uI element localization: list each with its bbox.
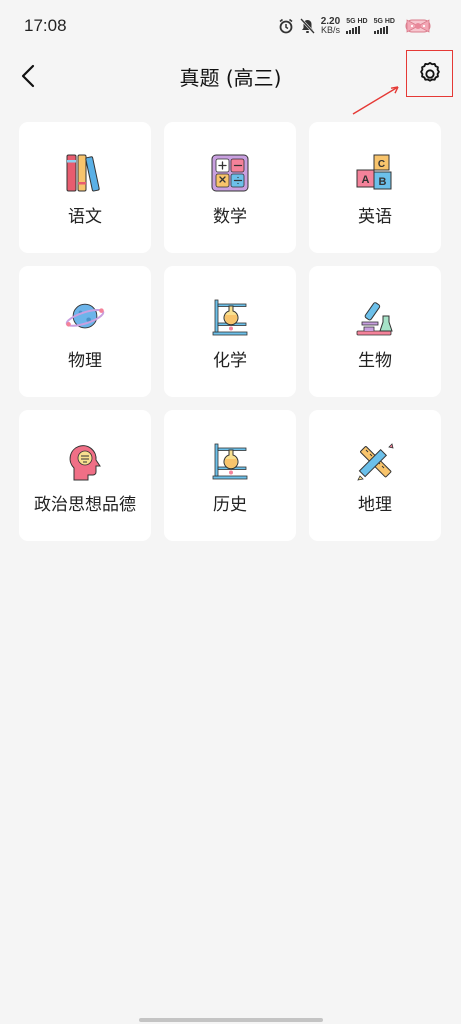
mute-bell-icon (299, 18, 315, 34)
abc-blocks-icon: C A B (354, 152, 396, 194)
network-speed: 2.20 KB/s (321, 17, 340, 35)
alarm-icon (278, 18, 294, 34)
head-brain-icon (64, 440, 106, 482)
sim2-signal: 5G HD (373, 18, 395, 34)
subject-card-biology[interactable]: 生物 (309, 266, 441, 397)
signal-bars-icon (373, 26, 388, 34)
calculator-icon (209, 152, 251, 194)
svg-text:C: C (378, 159, 385, 170)
annotation-arrow (352, 86, 399, 115)
sim1-label: 5G HD (346, 18, 368, 25)
subject-label: 化学 (213, 351, 247, 371)
home-indicator[interactable] (139, 1018, 323, 1022)
subject-card-politics[interactable]: 政治思想品德 (19, 410, 151, 541)
signal-bars-icon (346, 26, 361, 34)
planet-icon (64, 296, 106, 338)
status-icons: 2.20 KB/s 5G HD 5G HD (278, 14, 435, 38)
subject-label: 英语 (358, 207, 392, 227)
subject-card-history[interactable]: 历史 (164, 410, 296, 541)
books-icon (64, 152, 106, 194)
gear-icon (419, 61, 440, 82)
subject-label: 数学 (213, 207, 247, 227)
settings-button[interactable] (406, 50, 453, 97)
subject-label: 语文 (68, 207, 102, 227)
battery-bow-icon (401, 17, 435, 35)
sim2-label: 5G HD (373, 18, 395, 25)
subject-label: 历史 (213, 495, 247, 515)
subject-card-english[interactable]: C A B 英语 (309, 122, 441, 253)
subject-card-chemistry[interactable]: 化学 (164, 266, 296, 397)
subject-card-math[interactable]: 数学 (164, 122, 296, 253)
subject-label: 生物 (358, 351, 392, 371)
net-speed-unit: KB/s (320, 25, 340, 35)
subject-label: 政治思想品德 (34, 495, 136, 515)
flask-stand-icon (209, 296, 251, 338)
microscope-icon (354, 296, 396, 338)
ruler-pencil-icon (354, 440, 396, 482)
svg-text:A: A (362, 174, 370, 186)
sim1-signal: 5G HD (346, 18, 368, 34)
subject-label: 物理 (68, 351, 102, 371)
status-bar: 17:08 2.20 KB/s 5G HD 5G HD (0, 0, 461, 52)
status-time: 17:08 (24, 16, 67, 35)
subject-card-geography[interactable]: 地理 (309, 410, 441, 541)
subject-card-chinese[interactable]: 语文 (19, 122, 151, 253)
svg-text:B: B (379, 176, 387, 188)
flask-stand-icon (209, 440, 251, 482)
subject-card-physics[interactable]: 物理 (19, 266, 151, 397)
subject-grid: 语文 数学 C A B 英语 物理 化学 生物 政治思想品德 历史 地理 (19, 122, 442, 541)
subject-label: 地理 (358, 495, 392, 515)
